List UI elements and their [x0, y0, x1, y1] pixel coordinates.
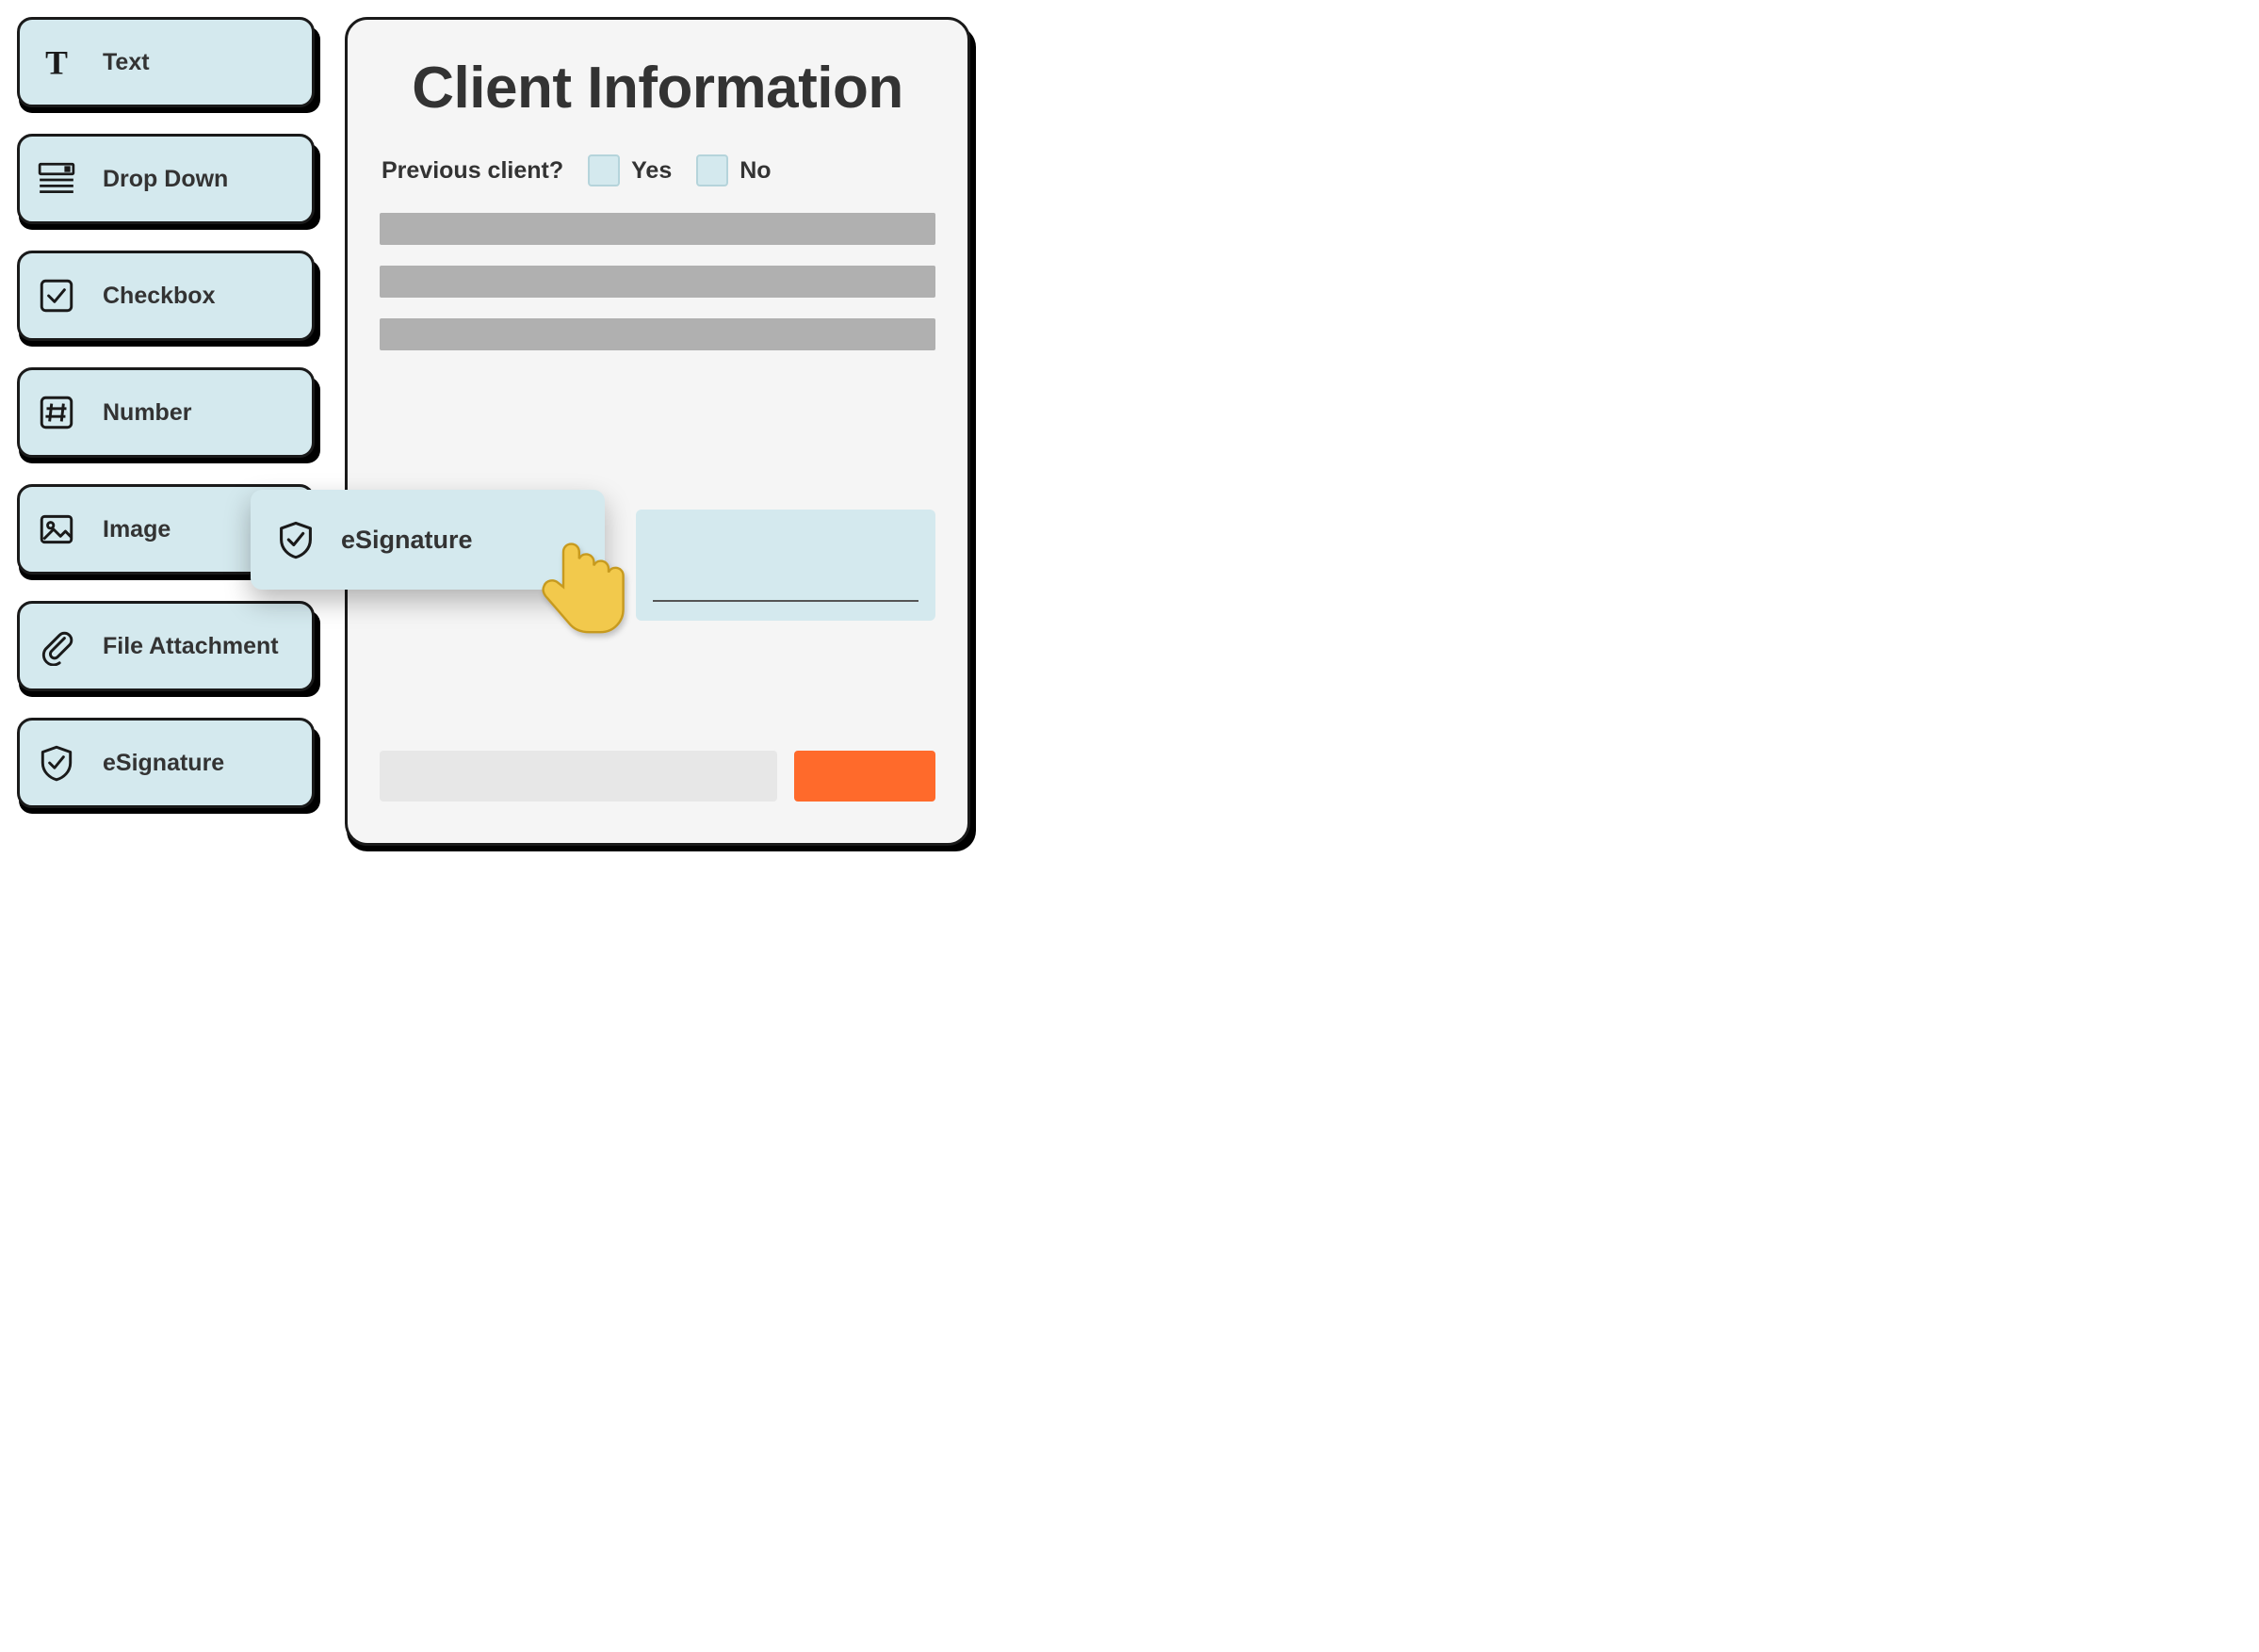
palette-tile-dropdown[interactable]: Drop Down — [17, 134, 315, 224]
text-icon: T — [37, 42, 76, 82]
option-label: Yes — [631, 157, 672, 185]
palette-tile-label: Number — [103, 399, 191, 427]
image-icon — [37, 510, 76, 549]
palette-tile-label: File Attachment — [103, 633, 279, 660]
checkbox-input[interactable] — [588, 154, 620, 186]
submit-button[interactable] — [794, 751, 935, 802]
option-label: No — [739, 157, 771, 185]
esignature-icon — [275, 519, 317, 560]
cursor-hand-icon — [524, 535, 637, 648]
option-no[interactable]: No — [696, 154, 771, 186]
signature-pad[interactable] — [636, 510, 935, 621]
checkbox-input[interactable] — [696, 154, 728, 186]
esignature-icon — [37, 743, 76, 783]
palette-tile-number[interactable]: Number — [17, 367, 315, 458]
palette-tile-attachment[interactable]: File Attachment — [17, 601, 315, 691]
svg-text:T: T — [45, 44, 68, 82]
question-label: Previous client? — [382, 157, 563, 185]
palette-tile-label: Checkbox — [103, 283, 215, 310]
palette-tile-label: Drop Down — [103, 166, 228, 193]
form-preview-panel: Client Information Previous client? Yes … — [345, 17, 970, 846]
palette-tile-checkbox[interactable]: Checkbox — [17, 251, 315, 341]
form-title: Client Information — [380, 56, 935, 121]
placeholder-line — [380, 266, 935, 298]
form-footer — [380, 751, 935, 802]
footer-input[interactable] — [380, 751, 777, 802]
dropdown-icon — [37, 159, 76, 199]
dragging-tile-label: eSignature — [341, 526, 473, 555]
palette-tile-esignature[interactable]: eSignature — [17, 718, 315, 808]
palette-tile-text[interactable]: T Text — [17, 17, 315, 107]
checkbox-icon — [37, 276, 76, 316]
attachment-icon — [37, 626, 76, 666]
field-palette: T Text Drop Down — [17, 17, 315, 808]
palette-tile-label: eSignature — [103, 750, 224, 777]
option-yes[interactable]: Yes — [588, 154, 672, 186]
palette-tile-label: Image — [103, 516, 171, 543]
palette-tile-label: Text — [103, 49, 150, 76]
placeholder-line — [380, 318, 935, 350]
question-row: Previous client? Yes No — [380, 154, 935, 186]
number-icon — [37, 393, 76, 432]
placeholder-line — [380, 213, 935, 245]
